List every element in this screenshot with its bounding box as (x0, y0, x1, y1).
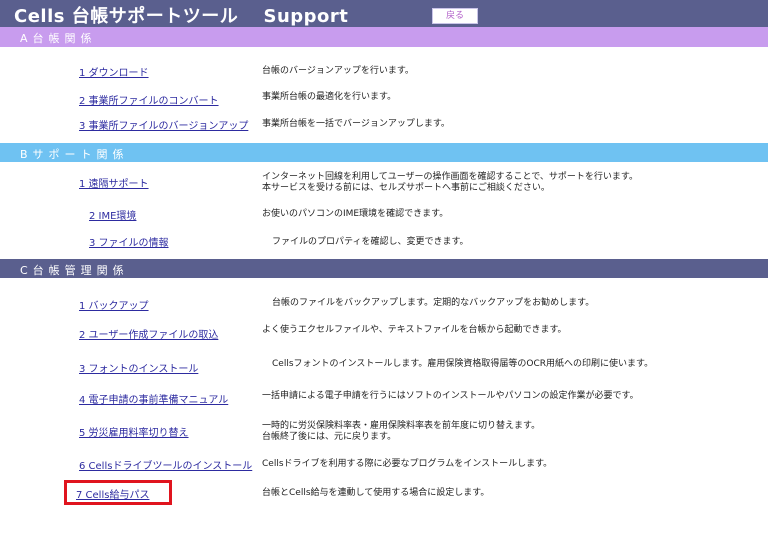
desc-install-fonts: Cellsフォントのインストールします。雇用保険資格取得届等のOCR用紙への印刷… (272, 359, 654, 369)
link-rate-switch[interactable]: 5 労災雇用料率切り替え (79, 424, 189, 439)
link-install-fonts[interactable]: 3 フォントのインストール (79, 360, 198, 375)
desc-import-user-files: よく使うエクセルファイルや、テキストファイルを台帳から起動できます。 (262, 325, 567, 335)
desc-upgrade-office-file: 事業所台帳を一括でバージョンアップします。 (262, 119, 450, 129)
link-cells-drive-install[interactable]: 6 Cellsドライブツールのインストール (79, 457, 252, 472)
desc-backup: 台帳のファイルをバックアップします。定期的なバックアップをお勧めします。 (272, 298, 595, 308)
link-e-application-manual[interactable]: 4 電子申請の事前準備マニュアル (79, 391, 228, 406)
section-b-label: Bサポート関係 (20, 148, 129, 161)
app-title: Cells 台帳サポートツール Support (14, 6, 349, 27)
link-remote-support[interactable]: 1 遠隔サポート (79, 175, 149, 190)
link-download[interactable]: 1 ダウンロード (79, 64, 149, 79)
link-cells-payroll-path[interactable]: 7 Cells給与パス (76, 486, 149, 501)
link-file-info[interactable]: 3 ファイルの情報 (89, 234, 169, 249)
header-bar: Cells 台帳サポートツール Support 戻る (0, 0, 768, 27)
link-import-user-files[interactable]: 2 ユーザー作成ファイルの取込 (79, 326, 218, 341)
desc-download: 台帳のバージョンアップを行います。 (262, 66, 414, 76)
section-header-c: C台帳管理関係 (0, 259, 768, 278)
desc-cells-payroll-path: 台帳とCells給与を連動して使用する場合に設定します。 (262, 488, 490, 498)
desc-e-application-manual: 一括申請による電子申請を行うにはソフトのインストールやパソコンの設定作業が必要で… (262, 391, 639, 401)
link-convert-office-file[interactable]: 2 事業所ファイルのコンバート (79, 92, 219, 107)
section-header-b: Bサポート関係 (0, 143, 768, 162)
section-c-label: C台帳管理関係 (20, 264, 129, 277)
desc-ime-environment: お使いのパソコンのIME環境を確認できます。 (262, 209, 449, 219)
link-backup[interactable]: 1 バックアップ (79, 297, 149, 312)
desc-cells-drive-install: Cellsドライブを利用する際に必要なプログラムをインストールします。 (262, 459, 553, 469)
desc-file-info: ファイルのプロパティを確認し、変更できます。 (272, 237, 469, 247)
desc-remote-support-line2: 本サービスを受ける前には、セルズサポートへ事前にご相談ください。 (262, 183, 550, 193)
section-a-label: A台帳関係 (20, 32, 97, 45)
link-upgrade-office-file[interactable]: 3 事業所ファイルのバージョンアップ (79, 117, 248, 132)
link-ime-environment[interactable]: 2 IME環境 (89, 207, 136, 222)
back-button[interactable]: 戻る (432, 8, 478, 24)
desc-convert-office-file: 事業所台帳の最適化を行います。 (262, 92, 397, 102)
desc-rate-switch-line2: 台帳終了後には、元に戻ります。 (262, 432, 397, 442)
section-header-a: A台帳関係 (0, 27, 768, 47)
